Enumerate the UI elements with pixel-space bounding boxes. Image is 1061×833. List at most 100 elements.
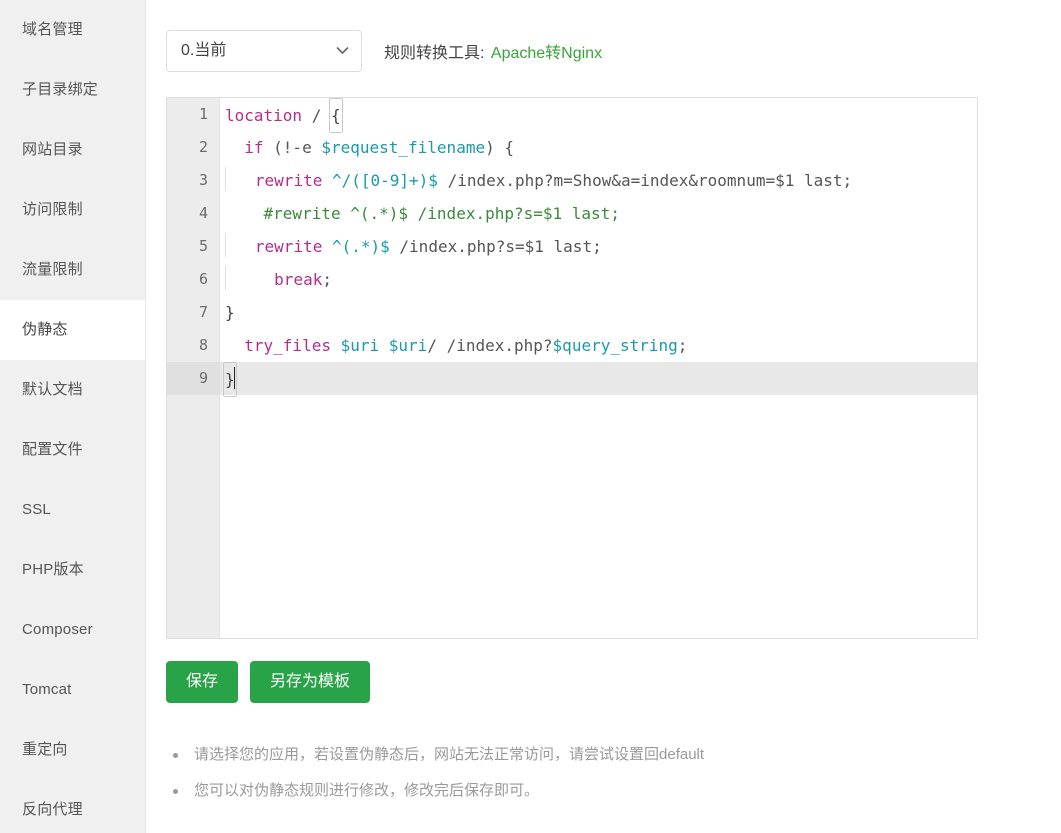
- sidebar-item-label: 伪静态: [22, 321, 68, 338]
- token-path: /: [302, 106, 331, 125]
- token-comment: #rewrite ^(.*)$ /index.php?s=$1 last;: [263, 204, 620, 223]
- line-content[interactable]: #rewrite ^(.*)$ /index.php?s=$1 last;: [220, 197, 977, 230]
- converter-label: 规则转换工具: Apache转Nginx: [384, 39, 602, 63]
- action-button-row: 保存 另存为模板: [166, 661, 371, 703]
- editor-line-8[interactable]: 8 try_files $uri $uri/ /index.php?$query…: [167, 329, 977, 362]
- sidebar-item-label: PHP版本: [22, 561, 84, 578]
- sidebar-item-subdirectory-binding[interactable]: 子目录绑定: [0, 60, 145, 120]
- editor-lines: 1 location / { 2 if (!-e $request_filena…: [167, 98, 977, 397]
- rule-template-select-wrap[interactable]: 0.当前: [166, 30, 362, 72]
- sidebar-item-traffic-limit[interactable]: 流量限制: [0, 240, 145, 300]
- line-number: 1: [198, 105, 208, 123]
- sidebar-item-reverse-proxy[interactable]: 反向代理: [0, 780, 145, 833]
- line-number: 5: [198, 237, 208, 255]
- token-variable: $request_filename: [321, 138, 486, 157]
- sidebar-item-label: 重定向: [22, 741, 68, 758]
- save-button[interactable]: 保存: [166, 661, 239, 703]
- line-number: 3: [198, 171, 208, 189]
- indent-guide: [225, 266, 226, 290]
- apache-to-nginx-link[interactable]: Apache转Nginx: [491, 45, 602, 62]
- token-keyword: rewrite: [254, 237, 323, 256]
- line-number: 6: [198, 270, 208, 288]
- editor-line-7[interactable]: 7 }: [167, 296, 977, 329]
- sidebar-item-label: 子目录绑定: [22, 81, 99, 98]
- sidebar-item-redirect[interactable]: 重定向: [0, 720, 145, 780]
- token-keyword: try_files: [244, 336, 331, 355]
- sidebar-item-tomcat[interactable]: Tomcat: [0, 660, 145, 720]
- help-notes-list: 请选择您的应用，若设置伪静态后，网站无法正常访问，请尝试设置回default 您…: [166, 737, 986, 809]
- token-keyword: rewrite: [254, 171, 323, 190]
- token-regex: ^(.*)$: [322, 237, 390, 256]
- token-brace: {: [328, 98, 343, 133]
- token-variable: $uri: [388, 336, 428, 355]
- editor-line-2[interactable]: 2 if (!-e $request_filename) {: [167, 131, 977, 164]
- token-text: / /index.php?: [427, 336, 553, 355]
- sidebar-item-label: SSL: [22, 501, 51, 518]
- note-item: 请选择您的应用，若设置伪静态后，网站无法正常访问，请尝试设置回default: [166, 737, 986, 773]
- token-text: /index.php?m=Show&a=index&roomnum=$1 las…: [437, 171, 853, 190]
- sidebar-item-label: 网站目录: [22, 141, 83, 158]
- line-content[interactable]: }: [220, 296, 977, 329]
- sidebar-item-php-version[interactable]: PHP版本: [0, 540, 145, 600]
- line-number: 8: [198, 336, 208, 354]
- sidebar-item-label: 域名管理: [22, 21, 83, 38]
- sidebar-item-pseudo-static[interactable]: 伪静态: [0, 300, 145, 360]
- sidebar-item-ssl[interactable]: SSL: [0, 480, 145, 540]
- token-text: (!-e: [263, 138, 322, 157]
- line-content[interactable]: break;: [220, 263, 977, 296]
- line-number: 2: [198, 138, 208, 156]
- line-number: 4: [198, 204, 208, 222]
- indent-guide: [225, 233, 226, 257]
- editor-line-9[interactable]: 9 }: [167, 362, 977, 397]
- indent-guide: [225, 167, 226, 191]
- token-regex: ^/([0-9]+)$: [322, 171, 438, 190]
- line-content[interactable]: rewrite ^(.*)$ /index.php?s=$1 last;: [220, 230, 977, 263]
- rule-template-select[interactable]: 0.当前: [166, 30, 362, 72]
- token-text: /index.php?s=$1 last;: [389, 237, 602, 256]
- sidebar-nav: 域名管理 子目录绑定 网站目录 访问限制 流量限制 伪静态 默认文档 配置文件 …: [0, 0, 146, 833]
- sidebar-item-access-restriction[interactable]: 访问限制: [0, 180, 145, 240]
- sidebar-item-domain[interactable]: 域名管理: [0, 0, 145, 60]
- sidebar-item-label: Composer: [22, 621, 93, 638]
- token-text: ;: [322, 270, 332, 289]
- token-variable: $uri: [340, 336, 380, 355]
- app-root: 域名管理 子目录绑定 网站目录 访问限制 流量限制 伪静态 默认文档 配置文件 …: [0, 0, 1061, 833]
- line-number: 9: [167, 362, 220, 395]
- save-as-template-button[interactable]: 另存为模板: [250, 661, 371, 703]
- note-item: 您可以对伪静态规则进行修改，修改完后保存即可。: [166, 773, 986, 809]
- token-text: ;: [677, 336, 688, 355]
- sidebar-item-composer[interactable]: Composer: [0, 600, 145, 660]
- editor-line-3[interactable]: 3 rewrite ^/([0-9]+)$ /index.php?m=Show&…: [167, 164, 977, 197]
- sidebar-item-config-file[interactable]: 配置文件: [0, 420, 145, 480]
- toolbar: 0.当前 规则转换工具: Apache转Nginx: [166, 30, 602, 72]
- token-keyword: if: [244, 138, 264, 157]
- token-variable: $query_string: [552, 336, 678, 355]
- sidebar-item-label: 默认文档: [22, 381, 83, 398]
- editor-line-1[interactable]: 1 location / {: [167, 98, 977, 133]
- converter-label-text: 规则转换工具:: [384, 45, 485, 62]
- line-content[interactable]: }: [220, 362, 977, 397]
- editor-line-5[interactable]: 5 rewrite ^(.*)$ /index.php?s=$1 last;: [167, 230, 977, 263]
- token-brace: }: [225, 303, 235, 322]
- sidebar-item-site-directory[interactable]: 网站目录: [0, 120, 145, 180]
- token-keyword: location: [225, 106, 303, 125]
- sidebar-item-label: 访问限制: [22, 201, 83, 218]
- sidebar-item-default-document[interactable]: 默认文档: [0, 360, 145, 420]
- editor-line-4[interactable]: 4 #rewrite ^(.*)$ /index.php?s=$1 last;: [167, 197, 977, 230]
- sidebar-item-label: 配置文件: [22, 441, 83, 458]
- line-content[interactable]: if (!-e $request_filename) {: [220, 131, 977, 164]
- sidebar-item-label: 流量限制: [22, 261, 83, 278]
- main-content: 0.当前 规则转换工具: Apache转Nginx 1 location / {: [146, 0, 1061, 833]
- text-cursor: [233, 367, 235, 389]
- line-content[interactable]: location / {: [220, 98, 977, 133]
- line-content[interactable]: try_files $uri $uri/ /index.php?$query_s…: [220, 329, 977, 362]
- line-content[interactable]: rewrite ^/([0-9]+)$ /index.php?m=Show&a=…: [220, 164, 977, 197]
- sidebar-item-label: Tomcat: [22, 681, 72, 698]
- line-number: 7: [198, 303, 208, 321]
- editor-line-6[interactable]: 6 break;: [167, 263, 977, 296]
- sidebar-item-label: 反向代理: [22, 801, 83, 818]
- token-text: ) {: [485, 138, 514, 157]
- pseudo-static-code-editor[interactable]: 1 location / { 2 if (!-e $request_filena…: [166, 97, 978, 639]
